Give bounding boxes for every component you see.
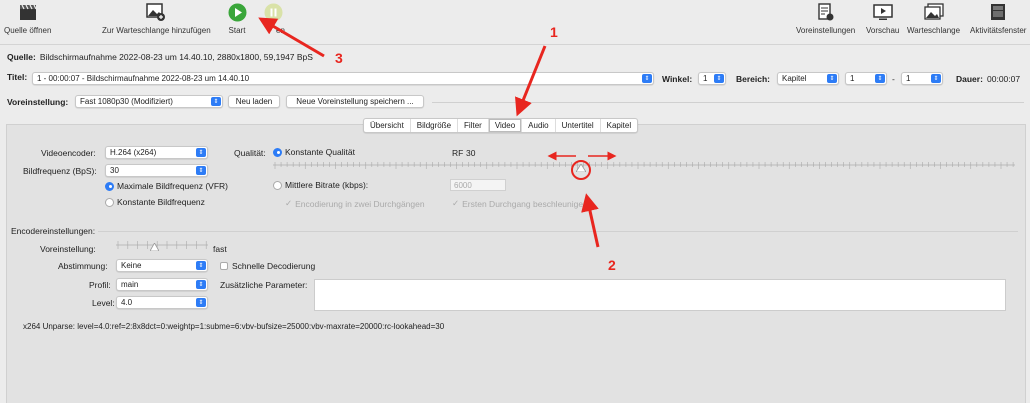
- annotation-arrow-1: [515, 45, 547, 117]
- annotation-label-2: 2: [608, 257, 616, 273]
- annotation-label-1: 1: [550, 24, 558, 40]
- annotation-overlay: [258, 17, 617, 248]
- annotation-arrow-3: [258, 17, 325, 58]
- annotation-label-3: 3: [335, 50, 343, 66]
- annotation-circle: [571, 160, 591, 180]
- annotation-arrow-2: [581, 193, 600, 248]
